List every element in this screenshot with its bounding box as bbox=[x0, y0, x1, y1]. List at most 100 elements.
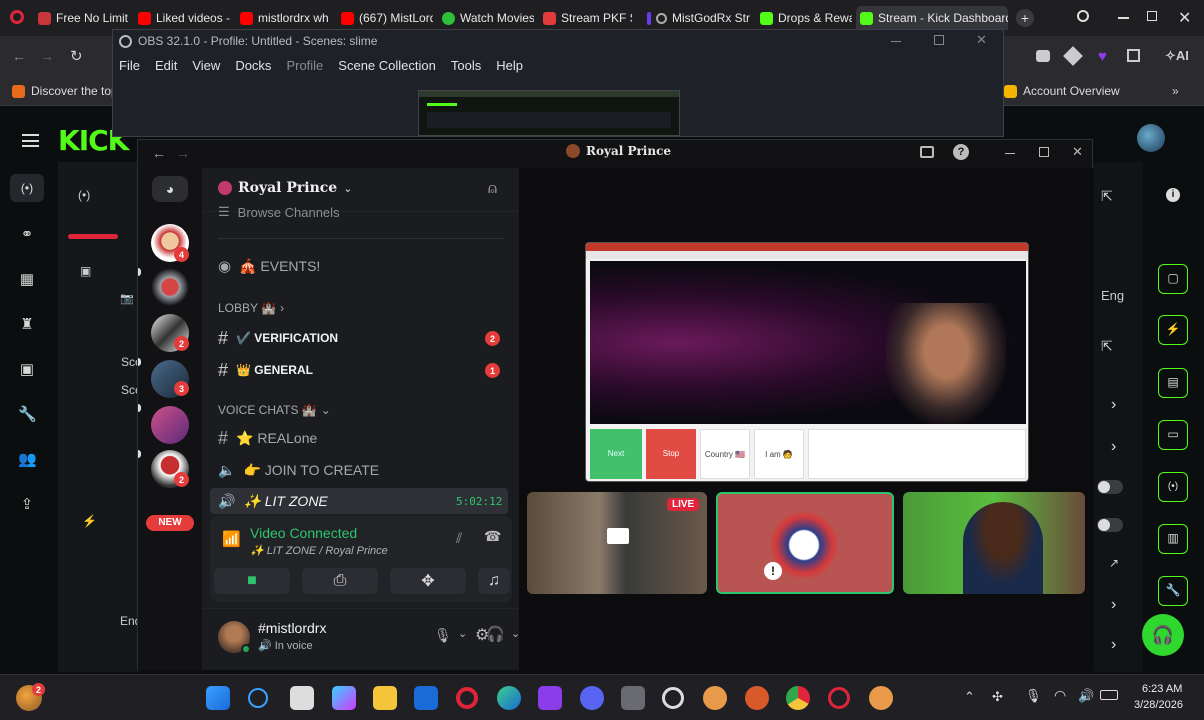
chat-icon[interactable]: ▭ bbox=[1158, 420, 1188, 450]
document-icon[interactable]: ▤ bbox=[1158, 368, 1188, 398]
channel-lit-zone[interactable]: 🔊 ✨ LIT ZONE bbox=[218, 489, 328, 513]
chevron-right-icon[interactable]: › bbox=[1111, 396, 1116, 414]
server-avatar[interactable] bbox=[151, 406, 189, 444]
channel-realone[interactable]: # ⭐ REALone bbox=[218, 426, 317, 450]
tab-liked-videos[interactable]: Liked videos - bbox=[134, 6, 230, 30]
avatar[interactable] bbox=[1137, 124, 1165, 152]
microphone-icon[interactable]: 🎙 bbox=[434, 627, 452, 644]
minimize-icon[interactable] bbox=[891, 41, 901, 42]
opera-icon[interactable] bbox=[456, 687, 478, 709]
help-icon[interactable]: ? bbox=[953, 144, 969, 160]
toggle-switch[interactable] bbox=[1097, 480, 1123, 494]
next-button[interactable]: Next bbox=[590, 429, 642, 479]
battery-icon[interactable] bbox=[1100, 690, 1118, 700]
broadcast-icon[interactable]: (•) bbox=[10, 174, 44, 202]
username[interactable]: #mistlordrx bbox=[258, 620, 326, 636]
inbox-icon[interactable] bbox=[920, 146, 934, 158]
file-icon[interactable] bbox=[290, 686, 314, 710]
extension-icon[interactable]: ♥ bbox=[1098, 48, 1107, 65]
extension-icon[interactable] bbox=[1036, 50, 1050, 62]
menu-edit[interactable]: Edit bbox=[155, 58, 177, 73]
noise-suppression-icon[interactable]: ⫽ bbox=[456, 530, 462, 547]
menu-help[interactable]: Help bbox=[496, 58, 523, 73]
discord-home-icon[interactable]: ◕ bbox=[152, 176, 188, 202]
reload-icon[interactable]: ↻ bbox=[70, 47, 83, 65]
participant-tile[interactable] bbox=[903, 492, 1085, 594]
restore-icon[interactable] bbox=[1147, 11, 1157, 21]
language-label[interactable]: Eng bbox=[1101, 288, 1124, 303]
wrench-icon[interactable]: 🔧 bbox=[1158, 576, 1188, 606]
link-icon[interactable]: ⚭ bbox=[18, 227, 36, 243]
chat-area[interactable] bbox=[808, 429, 1026, 479]
tab-kick-dashboard[interactable]: Stream - Kick Dashboard bbox=[856, 6, 1008, 30]
close-icon[interactable]: ✕ bbox=[976, 32, 987, 48]
chrome-icon[interactable] bbox=[786, 686, 810, 710]
category-lobby[interactable]: LOBBY 🏰 › bbox=[218, 296, 284, 320]
trophy-icon[interactable]: ♜ bbox=[18, 317, 36, 333]
clock-date[interactable]: 3/28/2026 bbox=[1134, 699, 1183, 711]
extension-icon[interactable] bbox=[1127, 49, 1140, 62]
browse-channels[interactable]: ☰ Browse Channels bbox=[218, 206, 340, 218]
tab-free-no-limit[interactable]: Free No Limit bbox=[34, 6, 129, 30]
search-icon[interactable] bbox=[248, 688, 268, 708]
ai-button[interactable]: ✧AI bbox=[1165, 48, 1189, 64]
bookmark-account-overview[interactable]: Account Overview bbox=[1004, 84, 1120, 98]
server-avatar[interactable] bbox=[151, 268, 189, 306]
forward-icon[interactable]: → bbox=[176, 145, 190, 161]
participant-tile-live[interactable]: LIVE bbox=[527, 492, 707, 594]
search-icon[interactable] bbox=[1077, 10, 1089, 22]
bookmark-discover[interactable]: Discover the top bbox=[12, 84, 118, 98]
obs-icon[interactable] bbox=[662, 687, 684, 709]
close-icon[interactable]: ✕ bbox=[1072, 144, 1083, 160]
disconnect-icon[interactable]: ☎ bbox=[484, 528, 501, 545]
clock-time[interactable]: 6:23 AM bbox=[1142, 683, 1182, 695]
chevron-right-icon[interactable]: » bbox=[1172, 84, 1179, 98]
video-editor-icon[interactable] bbox=[538, 686, 562, 710]
chevron-right-icon[interactable]: › bbox=[1111, 596, 1116, 614]
back-icon[interactable]: ← bbox=[12, 48, 26, 64]
channel-events[interactable]: ◉ 🎪 EVENTS! bbox=[218, 254, 320, 278]
maximize-icon[interactable] bbox=[1039, 147, 1049, 157]
chevron-up-icon[interactable]: ⌃ bbox=[964, 689, 975, 705]
tab-drops-rewards[interactable]: Drops & Rewa bbox=[756, 6, 852, 30]
forward-icon[interactable]: → bbox=[40, 48, 54, 64]
new-tab-button[interactable]: + bbox=[1016, 9, 1034, 27]
tab-stream-pkf[interactable]: Stream PKF Sk bbox=[539, 6, 632, 30]
chevron-right-icon[interactable]: › bbox=[1111, 636, 1116, 654]
voice-status[interactable]: Video Connected bbox=[250, 525, 357, 541]
menu-scene-collection[interactable]: Scene Collection bbox=[338, 58, 436, 73]
broadcast-icon[interactable]: (•) bbox=[1158, 472, 1188, 502]
toggle-switch[interactable] bbox=[1097, 518, 1123, 532]
channel-join-to-create[interactable]: 🔈 👉 JOIN TO CREATE bbox=[218, 458, 379, 482]
popout-icon[interactable]: ⇱ bbox=[1101, 188, 1113, 205]
camera-button[interactable]: ■ bbox=[214, 568, 290, 594]
soundboard-button[interactable]: ♫ bbox=[478, 568, 510, 594]
users-icon[interactable]: 👥 bbox=[18, 452, 37, 468]
opera-gx-icon[interactable] bbox=[828, 687, 850, 709]
popout-icon[interactable]: ⇱ bbox=[1101, 338, 1113, 355]
app-icon[interactable] bbox=[703, 686, 727, 710]
camera-icon[interactable] bbox=[621, 686, 645, 710]
headset-fab-icon[interactable]: 🎧 bbox=[1142, 614, 1184, 656]
menu-docks[interactable]: Docks bbox=[235, 58, 271, 73]
gender-select[interactable]: I am 🧑 bbox=[754, 429, 804, 479]
chevron-right-icon[interactable]: › bbox=[1111, 438, 1116, 456]
screen-share-button[interactable]: ⎙ bbox=[302, 568, 378, 594]
menu-file[interactable]: File bbox=[119, 58, 140, 73]
extension-icon[interactable] bbox=[1063, 46, 1083, 66]
outlook-icon[interactable] bbox=[414, 686, 438, 710]
start-icon[interactable] bbox=[206, 686, 230, 710]
edge-icon[interactable] bbox=[497, 686, 521, 710]
settings-icon[interactable]: ⚙ bbox=[475, 625, 489, 645]
category-voice-chats[interactable]: VOICE CHATS 🏰 ⌄ bbox=[218, 398, 331, 422]
tab-mistlord-667[interactable]: (667) MistLord bbox=[337, 6, 433, 30]
lightning-icon[interactable]: ⚡ bbox=[1158, 315, 1188, 345]
participant-tile-speaking[interactable]: ! bbox=[716, 492, 894, 594]
menu-view[interactable]: View bbox=[192, 58, 220, 73]
tab-mistlordrx[interactable]: mistlordrx wh bbox=[236, 6, 332, 30]
tab-watch-movies[interactable]: Watch Movies bbox=[438, 6, 534, 30]
menu-profile[interactable]: Profile bbox=[286, 58, 323, 73]
analytics-icon[interactable]: ▦ bbox=[18, 272, 36, 288]
video-library-icon[interactable]: ▣ bbox=[18, 362, 36, 378]
tab-mistgodrx[interactable]: MistGodRx Str bbox=[643, 6, 751, 30]
